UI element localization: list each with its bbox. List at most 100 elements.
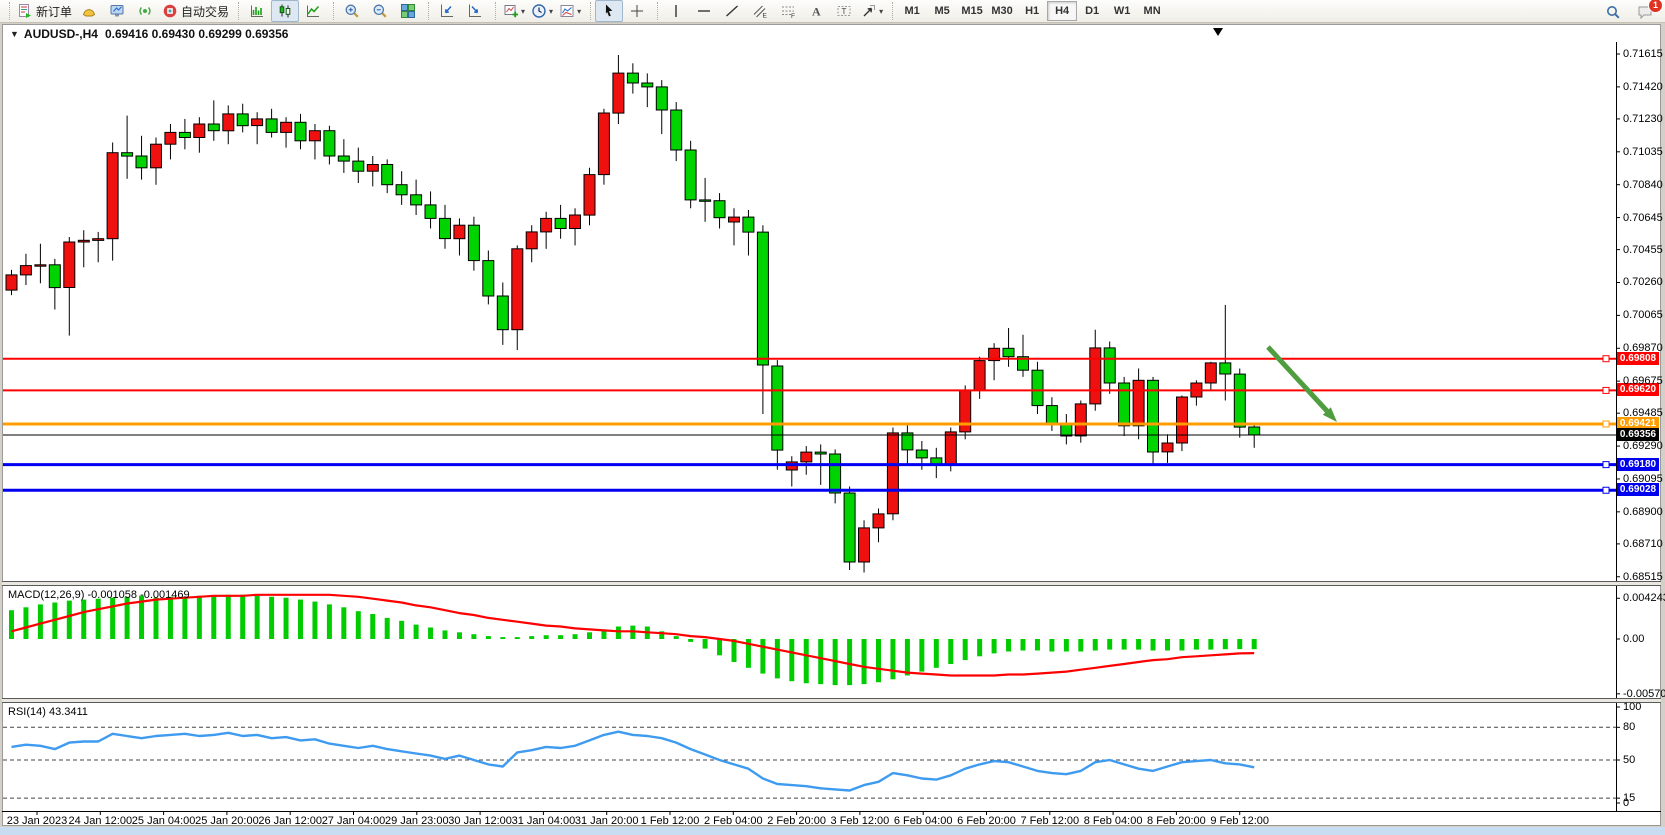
gold-trade-button[interactable] bbox=[75, 0, 103, 22]
candle bbox=[151, 138, 162, 185]
market-monitor-button[interactable] bbox=[103, 0, 131, 22]
vertical-line-tool-button[interactable] bbox=[662, 0, 690, 22]
candle bbox=[1046, 397, 1057, 431]
notifications-button[interactable]: 1 bbox=[1631, 1, 1659, 23]
text-tool-button[interactable]: A bbox=[802, 0, 830, 22]
candle bbox=[396, 171, 407, 205]
hline-handle[interactable] bbox=[1603, 462, 1609, 468]
zoom-out-button[interactable] bbox=[366, 0, 394, 22]
timeframe-h4-button[interactable]: H4 bbox=[1047, 1, 1077, 21]
candle bbox=[1162, 434, 1173, 463]
timeframe-m5-button[interactable]: M5 bbox=[927, 1, 957, 21]
new-order-button[interactable]: 新订单 bbox=[14, 0, 75, 22]
candle bbox=[20, 254, 31, 285]
candle bbox=[35, 244, 46, 284]
candle bbox=[642, 73, 653, 107]
rsi-panel-splitter[interactable] bbox=[2, 698, 1661, 703]
timeframe-m1-button[interactable]: M1 bbox=[897, 1, 927, 21]
trend-arrow[interactable] bbox=[1268, 347, 1327, 411]
candle bbox=[598, 109, 609, 185]
candle bbox=[78, 230, 89, 267]
cursor-tool-button[interactable] bbox=[595, 0, 623, 22]
candle bbox=[309, 124, 320, 159]
new-order-icon bbox=[17, 3, 33, 19]
chart-shift-button[interactable] bbox=[461, 0, 489, 22]
candle bbox=[1090, 330, 1101, 411]
candle bbox=[613, 55, 624, 124]
timeframe-m15-button[interactable]: M15 bbox=[957, 1, 987, 21]
bar-chart-mode-button[interactable] bbox=[243, 0, 271, 22]
timeframe-w1-button[interactable]: W1 bbox=[1107, 1, 1137, 21]
candle bbox=[1104, 342, 1115, 394]
candle-chart-mode-button[interactable] bbox=[271, 0, 299, 22]
timeframe-m30-button[interactable]: M30 bbox=[987, 1, 1017, 21]
auto-trading-label: 自动交易 bbox=[181, 3, 229, 20]
candle bbox=[830, 449, 841, 503]
candle bbox=[295, 114, 306, 149]
candle bbox=[179, 119, 190, 149]
candle bbox=[570, 208, 581, 245]
candle bbox=[1018, 335, 1029, 377]
toolbar-right-group: 1 bbox=[1599, 0, 1659, 23]
chevron-down-icon[interactable]: ▾ bbox=[879, 7, 883, 16]
svg-text:T: T bbox=[842, 7, 847, 16]
candle bbox=[266, 109, 277, 138]
candle bbox=[1032, 362, 1043, 414]
fibonacci-tool-button[interactable]: F bbox=[774, 0, 802, 22]
time-axis-separator bbox=[2, 811, 1661, 812]
signals-button[interactable] bbox=[131, 0, 159, 22]
candle bbox=[367, 156, 378, 186]
candle bbox=[49, 259, 60, 310]
line-chart-mode-button[interactable] bbox=[299, 0, 327, 22]
horizontal-line-tool-button[interactable] bbox=[690, 0, 718, 22]
chart-canvas bbox=[0, 0, 1665, 835]
hline-handle[interactable] bbox=[1603, 356, 1609, 362]
chevron-down-icon[interactable]: ▾ bbox=[549, 7, 553, 16]
candle-chart-icon bbox=[277, 3, 293, 19]
macd-panel-splitter[interactable] bbox=[2, 581, 1661, 586]
hline-handle[interactable] bbox=[1603, 387, 1609, 393]
candle bbox=[989, 343, 1000, 380]
chart-ohlc-quotes: 0.69416 0.69430 0.69299 0.69356 bbox=[105, 27, 289, 41]
trendline-tool-button[interactable] bbox=[718, 0, 746, 22]
shapes-tool-button[interactable]: ▾ bbox=[858, 0, 886, 22]
zoom-in-button[interactable] bbox=[338, 0, 366, 22]
chart-dropdown-icon[interactable]: ▼ bbox=[10, 29, 19, 39]
price-axis-separator[interactable] bbox=[1616, 42, 1617, 811]
candle bbox=[757, 225, 768, 414]
candle bbox=[252, 112, 263, 144]
timeframe-h1-button[interactable]: H1 bbox=[1017, 1, 1047, 21]
candle bbox=[700, 178, 711, 222]
main-toolbar: 新订单 自动交易 ▾ ▾ ▾ EFA T ▾ M1M5M15M30H1H4D1W1MN 1 bbox=[0, 0, 1665, 23]
new-chart-button[interactable]: ▾ bbox=[500, 0, 528, 22]
tile-windows-button[interactable] bbox=[394, 0, 422, 22]
search-button[interactable] bbox=[1599, 1, 1627, 23]
periods-button[interactable]: ▾ bbox=[528, 0, 556, 22]
toolbar-grip bbox=[423, 2, 429, 20]
candle bbox=[859, 520, 870, 572]
templates-button[interactable]: ▾ bbox=[556, 0, 584, 22]
hline-handle[interactable] bbox=[1603, 421, 1609, 427]
crosshair-tool-button[interactable] bbox=[623, 0, 651, 22]
auto-trading-button[interactable]: 自动交易 bbox=[159, 0, 232, 22]
trading-terminal-window: 新订单 自动交易 ▾ ▾ ▾ EFA T ▾ M1M5M15M30H1H4D1W1MN 1 ▼ A… bbox=[0, 0, 1665, 835]
candle bbox=[107, 143, 118, 261]
candle bbox=[656, 80, 667, 134]
label-tool-button[interactable]: T bbox=[830, 0, 858, 22]
timeframe-mn-button[interactable]: MN bbox=[1137, 1, 1167, 21]
candle bbox=[526, 225, 537, 262]
chevron-down-icon[interactable]: ▾ bbox=[577, 7, 581, 16]
candle bbox=[960, 385, 971, 439]
text-icon: A bbox=[808, 3, 824, 19]
chart-title-bar: ▼ AUDUSD-,H4 0.69416 0.69430 0.69299 0.6… bbox=[10, 26, 288, 41]
auto-scroll-button[interactable] bbox=[433, 0, 461, 22]
candle bbox=[64, 237, 75, 336]
channel-tool-button[interactable]: E bbox=[746, 0, 774, 22]
hline-handle[interactable] bbox=[1603, 487, 1609, 493]
chevron-down-icon[interactable]: ▾ bbox=[521, 7, 525, 16]
chart-shift-marker-icon[interactable] bbox=[1213, 28, 1223, 36]
crosshair-icon bbox=[629, 3, 645, 19]
timeframe-d1-button[interactable]: D1 bbox=[1077, 1, 1107, 21]
candle bbox=[281, 117, 292, 147]
candle bbox=[1075, 401, 1086, 443]
